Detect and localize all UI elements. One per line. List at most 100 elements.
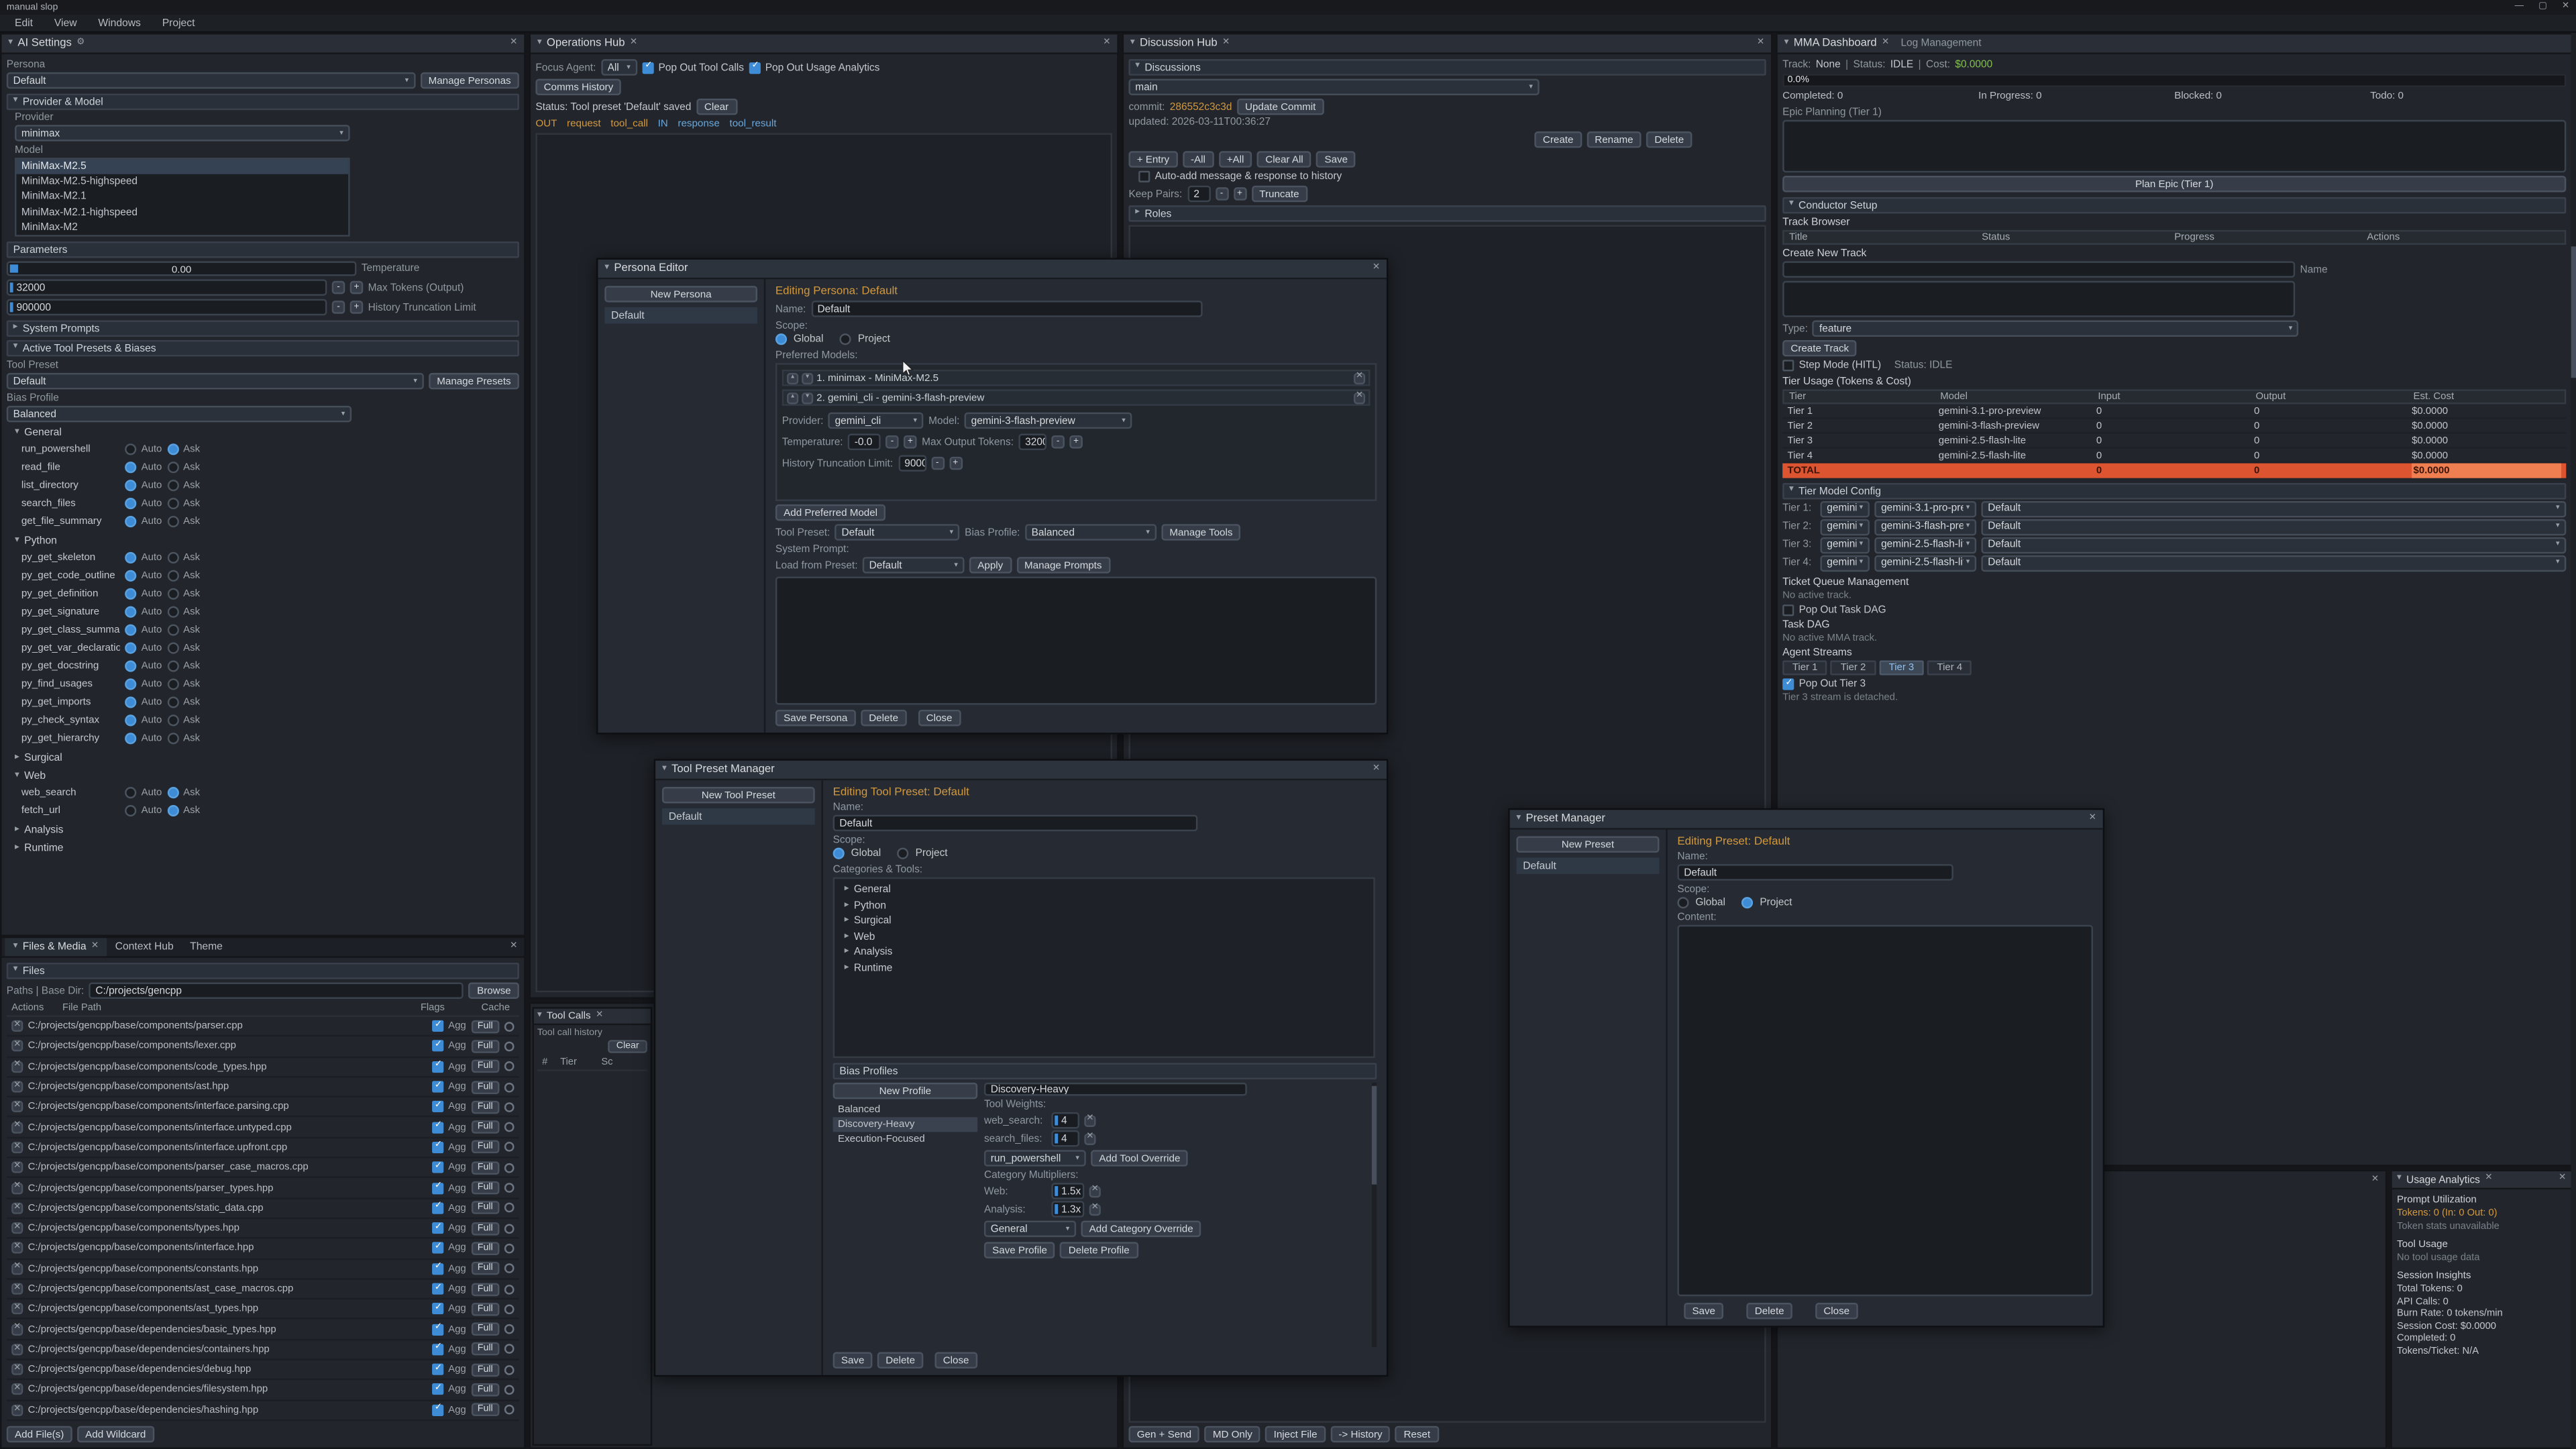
move-down-button[interactable] [802, 372, 813, 384]
auto-radio[interactable] [125, 643, 136, 654]
agg-checkbox[interactable] [432, 1283, 443, 1295]
close-panel-icon[interactable] [1757, 39, 1764, 48]
tool-override-dropdown[interactable]: run_powershell▾ [984, 1150, 1086, 1166]
new-tool-preset-button[interactable]: New Tool Preset [662, 787, 815, 803]
full-button[interactable]: Full [471, 1080, 499, 1093]
step-mode-checkbox[interactable] [1782, 360, 1794, 371]
add-entry-button[interactable]: + Entry [1128, 151, 1177, 167]
menu-project[interactable]: Project [152, 15, 205, 30]
popout-usage-checkbox[interactable] [749, 62, 760, 73]
tab-files-media[interactable]: Files & Media [5, 938, 107, 956]
delete-preset-button[interactable]: Delete [1747, 1303, 1792, 1319]
persona-name-input[interactable] [811, 301, 1202, 317]
scrollbar-thumb[interactable] [2571, 246, 2576, 378]
tier-provider-dropdown[interactable]: gemini▾ [1820, 519, 1869, 535]
profile-name-input[interactable] [984, 1083, 1247, 1096]
agg-checkbox[interactable] [432, 1263, 443, 1275]
reset-button[interactable]: Reset [1395, 1426, 1438, 1442]
collapse-icon[interactable] [2397, 1175, 2402, 1184]
popout-tier3-checkbox[interactable] [1782, 678, 1794, 690]
persona-dropdown[interactable]: Default▾ [7, 72, 415, 89]
temperature-slider[interactable]: 0.00 [7, 261, 357, 276]
ask-radio[interactable] [167, 588, 178, 600]
track-name-input[interactable] [1782, 261, 2295, 277]
manage-tools-button[interactable]: Manage Tools [1161, 524, 1241, 540]
auto-radio[interactable] [125, 660, 136, 672]
remove-file-button[interactable] [11, 1263, 23, 1275]
full-button[interactable]: Full [471, 1222, 499, 1235]
track-description-textarea[interactable] [1782, 281, 2295, 317]
discussion-branch-dropdown[interactable]: main▾ [1128, 79, 1539, 95]
agg-checkbox[interactable] [432, 1061, 443, 1072]
gen-send-button[interactable]: Gen + Send [1128, 1426, 1199, 1442]
track-type-dropdown[interactable]: feature▾ [1813, 321, 2299, 337]
collapse-icon[interactable] [662, 765, 667, 774]
stream-tab[interactable]: Tier 1 [1782, 660, 1827, 675]
decrement-button[interactable]: - [885, 435, 899, 449]
remove-file-button[interactable] [11, 1344, 23, 1355]
full-button[interactable]: Full [471, 1242, 499, 1255]
category-row[interactable]: Web [838, 929, 1370, 945]
tab-mma-dashboard[interactable]: MMA Dashboard [1794, 38, 1877, 49]
collapse-icon[interactable] [8, 39, 13, 48]
move-up-button[interactable] [787, 392, 798, 403]
legend-token[interactable]: request [567, 118, 601, 129]
menu-view[interactable]: View [44, 15, 87, 30]
manage-personas-button[interactable]: Manage Personas [420, 72, 519, 89]
scope-project-radio[interactable] [898, 848, 909, 859]
agg-checkbox[interactable] [432, 1222, 443, 1234]
collapse-icon[interactable] [1516, 814, 1521, 823]
decrement-button[interactable]: - [1051, 435, 1065, 449]
category-row[interactable]: Runtime [838, 960, 1370, 975]
multiplier-input[interactable]: 1.5x [1051, 1183, 1084, 1199]
full-button[interactable]: Full [471, 1303, 499, 1316]
category-row[interactable]: Python [838, 898, 1370, 913]
save-discussion-button[interactable]: Save [1316, 151, 1356, 167]
close-button[interactable]: Close [934, 1352, 977, 1368]
to-history-button[interactable]: -> History [1330, 1426, 1391, 1442]
auto-radio[interactable] [125, 787, 136, 798]
tier-prompt-dropdown[interactable]: Default▾ [1981, 519, 2566, 535]
bias-profile-item[interactable]: Balanced [833, 1102, 978, 1117]
manage-prompts-button[interactable]: Manage Prompts [1016, 557, 1110, 573]
create-track-button[interactable]: Create Track [1782, 340, 1857, 356]
rename-discussion-button[interactable]: Rename [1587, 131, 1642, 148]
bias-profile-item[interactable]: Discovery-Heavy [833, 1117, 978, 1132]
provider-model-section[interactable]: Provider & Model [7, 94, 519, 110]
full-button[interactable]: Full [471, 1201, 499, 1215]
agg-checkbox[interactable] [432, 1242, 443, 1254]
multiplier-input[interactable]: 1.3x [1051, 1201, 1084, 1217]
bias-profile-dropdown[interactable]: Balanced▾ [1025, 524, 1157, 540]
collapse-icon[interactable] [1130, 39, 1135, 48]
increment-button[interactable]: + [1069, 435, 1083, 449]
weight-input[interactable]: 4 [1051, 1112, 1079, 1128]
clear-all-button[interactable]: Clear All [1257, 151, 1311, 167]
close-button[interactable]: Close [1815, 1303, 1858, 1319]
stream-tab[interactable]: Tier 3 [1879, 660, 1924, 675]
history-limit-input[interactable]: 900000 [7, 299, 327, 315]
tool-group-general[interactable]: General [7, 425, 519, 440]
ask-radio[interactable] [167, 733, 178, 744]
add-wildcard-button[interactable]: Add Wildcard [77, 1426, 154, 1442]
full-button[interactable]: Full [471, 1141, 499, 1155]
remove-file-button[interactable] [11, 1242, 23, 1254]
popout-toolcalls-checkbox[interactable] [642, 62, 653, 73]
tier-prompt-dropdown[interactable]: Default▾ [1981, 555, 2566, 571]
remove-file-button[interactable] [11, 1283, 23, 1295]
ask-radio[interactable] [167, 805, 178, 816]
save-preset-button[interactable]: Save [1684, 1303, 1723, 1319]
move-up-button[interactable] [787, 372, 798, 384]
full-button[interactable]: Full [471, 1121, 499, 1134]
ask-radio[interactable] [167, 660, 178, 672]
active-presets-section[interactable]: Active Tool Presets & Biases [7, 340, 519, 356]
discussions-section[interactable]: Discussions [1128, 59, 1766, 75]
maximize-icon[interactable] [2538, 3, 2547, 11]
full-button[interactable]: Full [471, 1161, 499, 1175]
ask-radio[interactable] [167, 480, 178, 491]
truncate-button[interactable]: Truncate [1251, 186, 1307, 202]
auto-radio[interactable] [125, 696, 136, 708]
remove-file-button[interactable] [11, 1061, 23, 1072]
close-tab-icon[interactable] [2485, 1175, 2492, 1184]
bias-profile-item[interactable]: Execution-Focused [833, 1132, 978, 1146]
auto-radio[interactable] [125, 588, 136, 600]
